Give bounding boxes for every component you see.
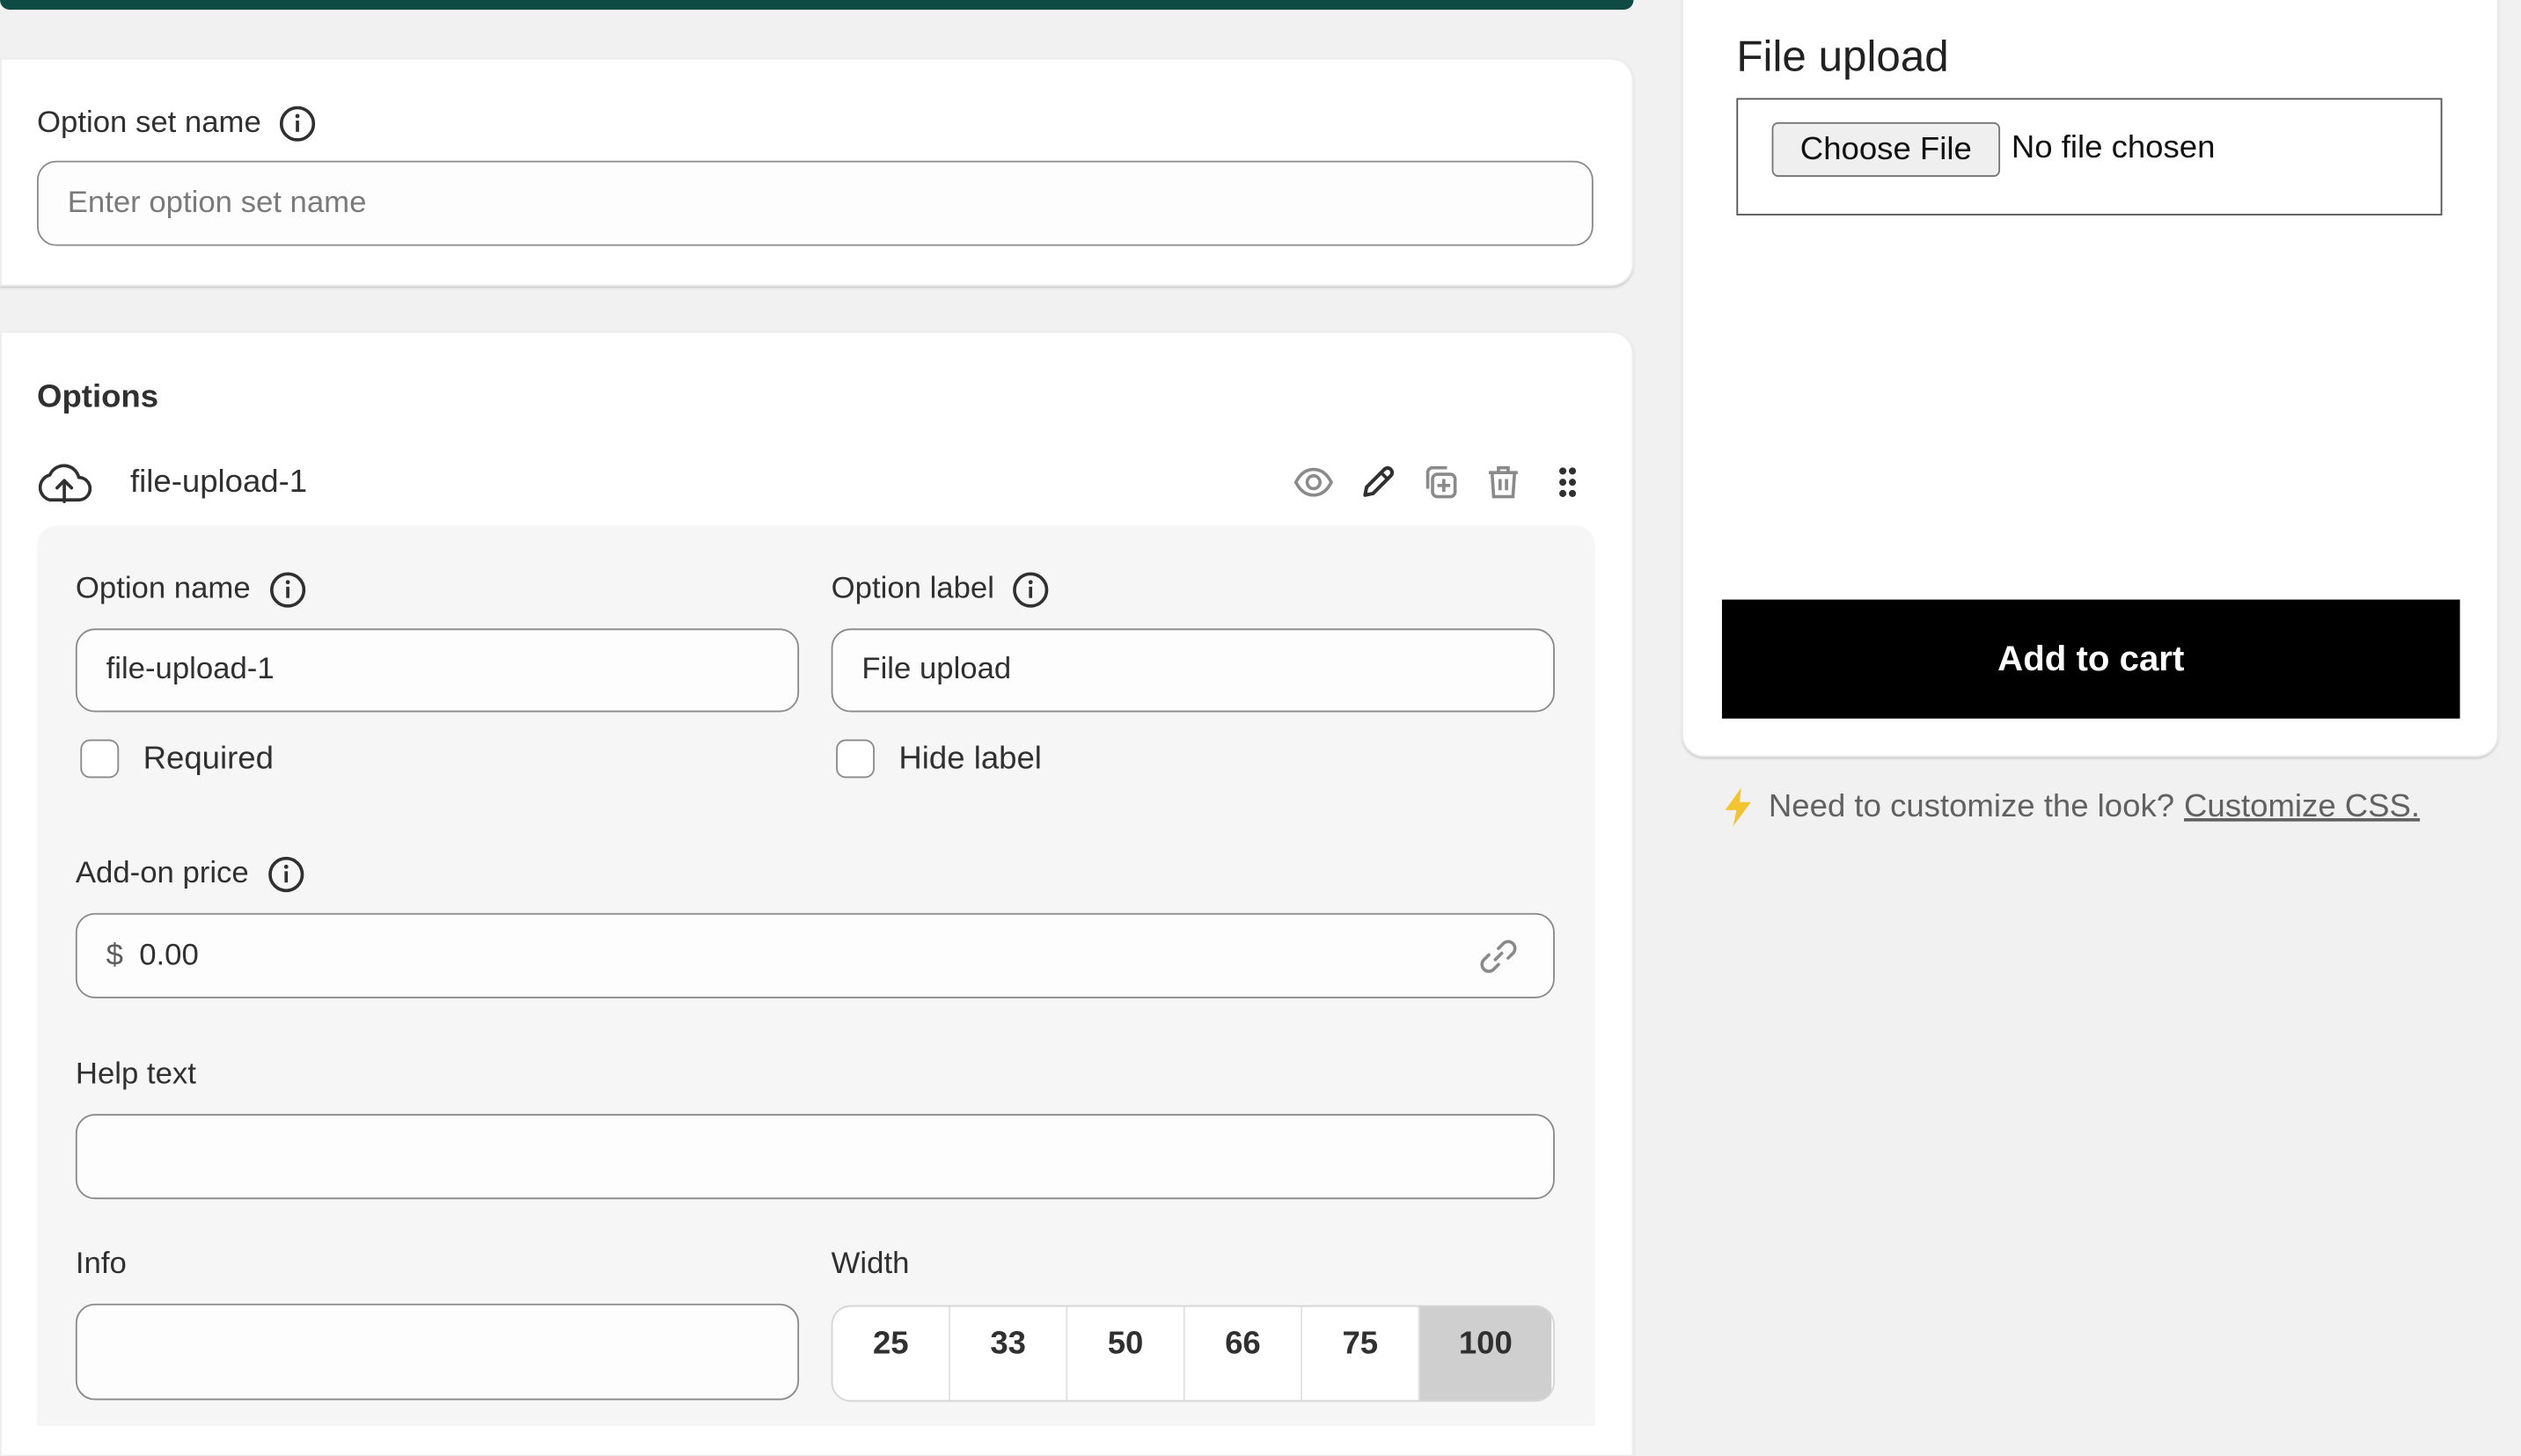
hide-label-checkbox[interactable] [836, 739, 875, 779]
info-icon[interactable] [1012, 571, 1051, 610]
option-set-name-input[interactable]: Enter option set name [37, 160, 1594, 246]
customize-prompt: Need to customize the look? [1768, 788, 2175, 824]
option-name-input[interactable]: file-upload-1 [75, 628, 800, 713]
info-icon[interactable] [268, 571, 307, 610]
info-label: Info [75, 1247, 127, 1282]
lightning-bolt-icon [1725, 787, 1751, 827]
preview-field-label: File upload [1736, 32, 1949, 81]
customize-hint: Need to customize the look? Customize CS… [1720, 787, 2420, 829]
option-name-value: file-upload-1 [106, 652, 275, 687]
width-segmented-control: 25 33 50 66 75 100 [831, 1305, 1555, 1402]
trash-icon[interactable] [1481, 460, 1526, 505]
currency-symbol: $ [106, 938, 123, 972]
option-set-name-label: Option set name [37, 106, 261, 140]
hide-label-label: Hide label [898, 741, 1042, 777]
no-file-chosen-text: No file chosen [2011, 130, 2216, 166]
width-option-75[interactable]: 75 [1302, 1306, 1420, 1401]
addon-price-value: 0.00 [139, 938, 199, 972]
option-label-label: Option label [831, 572, 994, 606]
option-label-value: File upload [861, 652, 1012, 687]
width-option-100[interactable]: 100 [1419, 1306, 1552, 1401]
option-name-label-row: Option name [76, 571, 307, 610]
addon-price-input[interactable]: $ 0.00 [75, 912, 1555, 999]
options-heading: Options [37, 379, 159, 415]
width-option-25[interactable]: 25 [832, 1306, 950, 1401]
info-input[interactable] [75, 1303, 800, 1401]
link-icon[interactable] [1476, 934, 1521, 979]
width-label: Width [831, 1247, 910, 1282]
top-accent-bar [0, 0, 1634, 10]
upload-cloud-icon [38, 464, 92, 503]
width-option-66[interactable]: 66 [1185, 1306, 1303, 1401]
info-icon[interactable] [279, 105, 318, 143]
option-label-label-row: Option label [832, 571, 1051, 610]
help-text-input[interactable] [75, 1114, 1555, 1200]
addon-price-label-row: Add-on price [76, 855, 305, 894]
add-to-cart-button[interactable]: Add to cart [1721, 599, 2460, 719]
duplicate-icon[interactable] [1418, 460, 1463, 505]
option-name-label: Option name [75, 572, 251, 606]
width-option-50[interactable]: 50 [1067, 1306, 1185, 1401]
info-icon[interactable] [267, 855, 305, 894]
choose-file-button[interactable]: Choose File [1771, 121, 2001, 177]
required-label: Required [143, 741, 274, 777]
option-item-name[interactable]: file-upload-1 [130, 465, 307, 501]
addon-price-label: Add-on price [75, 856, 249, 891]
customize-css-link[interactable]: Customize CSS. [2184, 788, 2420, 825]
eye-icon[interactable] [1291, 460, 1336, 505]
help-text-label: Help text [75, 1057, 196, 1092]
width-option-33[interactable]: 33 [950, 1306, 1068, 1401]
drag-handle-icon[interactable] [1545, 460, 1590, 505]
required-checkbox[interactable] [80, 739, 120, 779]
pencil-icon[interactable] [1355, 460, 1400, 505]
option-label-input[interactable]: File upload [831, 628, 1555, 713]
option-set-name-label-row: Option set name [37, 105, 318, 143]
option-set-name-placeholder: Enter option set name [67, 186, 367, 220]
